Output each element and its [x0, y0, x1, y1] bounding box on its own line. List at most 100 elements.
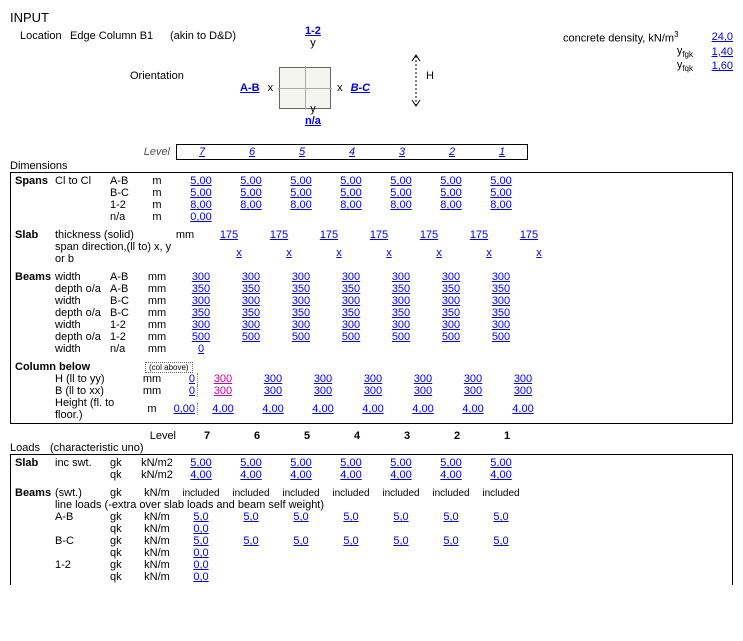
data-cell: 175 [254, 229, 304, 241]
data-cell: 8,00 [226, 199, 276, 211]
data-cell: 4,00 [176, 469, 226, 481]
data-cell: 300 [476, 295, 526, 307]
data-cell: 4,00 [398, 403, 448, 415]
data-cell: 350 [226, 307, 276, 319]
data-cell: 350 [476, 283, 526, 295]
data-row: depth o/aA-Bmm350350350350350350350 [15, 283, 732, 295]
data-cell: 8,00 [276, 199, 326, 211]
data-row: qkkN/m0,0 [15, 523, 732, 535]
data-cell: 4,00 [326, 469, 376, 481]
data-cell: x [264, 247, 314, 259]
data-cell: 300 [426, 319, 476, 331]
data-cell: 5,00 [276, 187, 326, 199]
data-cell: 350 [326, 307, 376, 319]
data-cell: 300 [326, 271, 376, 283]
loads-note: (characteristic uno) [50, 442, 144, 454]
loads-note2: line loads (-extra over slab loads and b… [55, 499, 324, 511]
level-header: 3 [377, 146, 427, 158]
data-cell: 500 [426, 331, 476, 343]
location-label: Location [20, 30, 70, 42]
data-row: Beams(swt.)gkkN/mincludedincludedinclude… [15, 487, 732, 499]
data-cell: 500 [376, 331, 426, 343]
data-row: B-CgkkN/m5,05,05,05,05,05,05,0 [15, 535, 732, 547]
data-cell: 5,00 [426, 187, 476, 199]
h-label: H [426, 70, 434, 82]
data-cell: 4,00 [276, 469, 326, 481]
data-cell: 5,0 [376, 511, 426, 523]
level-header: 4 [332, 430, 382, 442]
data-cell: 8,00 [176, 199, 226, 211]
data-cell: 500 [176, 331, 226, 343]
level-header: 7 [182, 430, 232, 442]
data-cell: 300 [426, 295, 476, 307]
axis-bottom[interactable]: n/a [305, 115, 321, 127]
data-cell: x [364, 247, 414, 259]
axis-top[interactable]: 1-2 [305, 25, 321, 37]
data-cell: 5,0 [426, 535, 476, 547]
data-cell: 300 [398, 373, 448, 385]
data-cell: included [176, 487, 226, 499]
data-cell: 300 [176, 319, 226, 331]
axis-y-bottom: y [305, 103, 321, 115]
data-cell: included [476, 487, 526, 499]
data-cell: 5,0 [176, 511, 226, 523]
level-header: 2 [432, 430, 482, 442]
data-cell: 5,00 [276, 457, 326, 469]
data-cell: 5,00 [226, 175, 276, 187]
yfgk1-value[interactable]: 1,40 [693, 46, 733, 58]
data-cell: 5,0 [476, 511, 526, 523]
yfgk2-value[interactable]: 1,60 [693, 60, 733, 72]
data-cell: 300 [176, 271, 226, 283]
data-cell: 5,00 [176, 175, 226, 187]
data-cell: 300 [426, 271, 476, 283]
data-cell: 5,0 [276, 535, 326, 547]
data-row: 1-2m8,008,008,008,008,008,008,00 [15, 199, 732, 211]
data-cell: 4,00 [348, 403, 398, 415]
data-cell: 5,0 [376, 535, 426, 547]
data-row: qkkN/m0,0 [15, 547, 732, 559]
data-cell: 5,0 [276, 511, 326, 523]
orientation-label: Orientation [130, 70, 184, 82]
data-cell: 500 [226, 331, 276, 343]
data-cell: 5,00 [176, 187, 226, 199]
data-cell: 300 [448, 385, 498, 397]
data-row: widthB-Cmm300300300300300300300 [15, 295, 732, 307]
data-cell: included [376, 487, 426, 499]
axis-right[interactable]: B-C [351, 82, 371, 94]
data-cell: 500 [476, 331, 526, 343]
data-cell: 5,00 [426, 457, 476, 469]
data-cell: 175 [204, 229, 254, 241]
data-cell: 350 [226, 283, 276, 295]
data-cell: 4,00 [376, 469, 426, 481]
level-header: 3 [382, 430, 432, 442]
data-row: span direction,(ll to) x, y or bxxxxxxx [15, 241, 732, 265]
data-cell: 350 [326, 283, 376, 295]
data-cell: 8,00 [326, 199, 376, 211]
data-cell: 175 [454, 229, 504, 241]
data-cell: 5,00 [326, 187, 376, 199]
data-cell: included [426, 487, 476, 499]
data-cell: 300 [248, 373, 298, 385]
data-cell: x [314, 247, 364, 259]
data-row: widthn/amm0 [15, 343, 732, 355]
data-cell: 5,00 [176, 457, 226, 469]
data-cell: 300 [226, 271, 276, 283]
data-cell: 300 [198, 373, 248, 385]
data-cell: 500 [326, 331, 376, 343]
data-cell: 350 [426, 307, 476, 319]
data-cell: 0,0 [176, 571, 226, 583]
density-value[interactable]: 24,0 [693, 31, 733, 43]
axis-x-left: x [268, 82, 274, 94]
data-cell: 300 [298, 373, 348, 385]
col-below-title: Column below [15, 361, 110, 373]
data-row: qkkN/m0,0 [15, 571, 732, 583]
yfgk1-label: yfgk [563, 45, 693, 59]
data-cell: 300 [276, 271, 326, 283]
data-cell: 350 [376, 307, 426, 319]
data-row: Slabthickness (solid)mm17517517517517517… [15, 229, 732, 241]
data-cell: 0,0 [176, 547, 226, 559]
data-cell: 4,00 [298, 403, 348, 415]
level-header: 5 [277, 146, 327, 158]
data-cell: 300 [348, 373, 398, 385]
axis-left[interactable]: A-B [240, 82, 260, 94]
